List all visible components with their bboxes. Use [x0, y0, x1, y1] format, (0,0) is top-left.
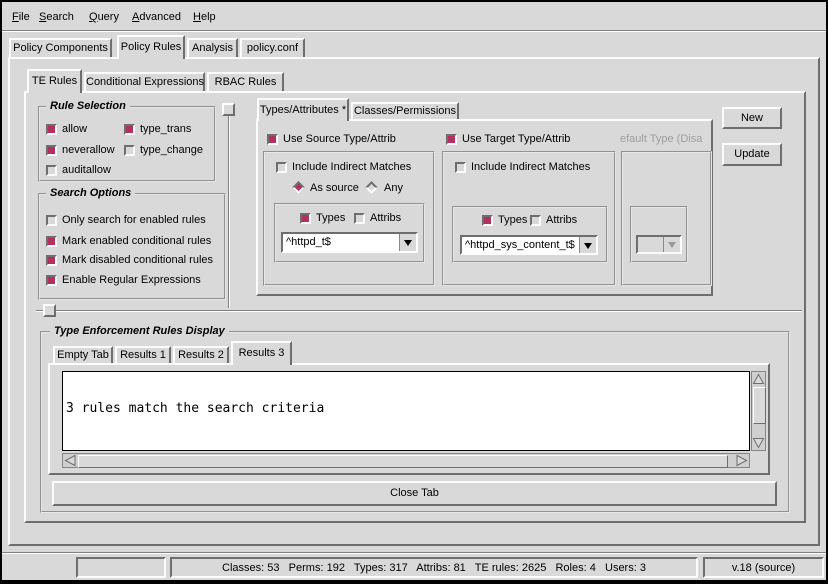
search-options-title: Search Options: [46, 187, 135, 199]
radio-as-source[interactable]: [292, 181, 305, 194]
horizontal-sash[interactable]: [36, 310, 802, 312]
chevron-down-icon: [668, 242, 676, 252]
checkbox-neverallow[interactable]: [46, 145, 57, 156]
menu-help[interactable]: Help: [193, 11, 216, 24]
menu-file[interactable]: File: [12, 11, 30, 24]
checkbox-auditallow-label[interactable]: auditallow: [62, 164, 111, 177]
results-summary: 3 rules match the search criteria: [66, 402, 749, 416]
tab-rbac-rules[interactable]: RBAC Rules: [207, 72, 284, 91]
statusbar-separator: [2, 552, 826, 554]
scroll-down-icon[interactable]: [752, 436, 765, 449]
checkbox-mark-disabled[interactable]: [46, 255, 57, 266]
statusbar-left-segment: [76, 557, 166, 578]
rule-selection-title: Rule Selection: [46, 100, 130, 112]
scroll-left-icon[interactable]: [64, 454, 77, 467]
checkbox-use-source-label[interactable]: Use Source Type/Attrib: [283, 133, 396, 146]
checkbox-target-attribs-label[interactable]: Attribs: [546, 214, 577, 227]
target-type-dropdown-button[interactable]: [579, 237, 596, 253]
checkbox-source-indirect-label[interactable]: Include Indirect Matches: [292, 161, 411, 174]
menu-advanced[interactable]: Advanced: [132, 11, 181, 24]
horizontal-scroll-thumb[interactable]: [78, 455, 728, 468]
checkbox-mark-enabled-label[interactable]: Mark enabled conditional rules: [62, 235, 211, 248]
tab-empty-tab[interactable]: Empty Tab: [53, 346, 113, 363]
checkbox-type-trans[interactable]: [124, 124, 135, 135]
update-button[interactable]: Update: [722, 143, 782, 166]
checkbox-allow[interactable]: [46, 124, 57, 135]
tab-results-2[interactable]: Results 2: [173, 346, 229, 363]
checkbox-type-change-label[interactable]: type_change: [140, 144, 203, 157]
radio-as-source-label[interactable]: As source: [310, 182, 359, 195]
results-vertical-scrollbar[interactable]: [751, 371, 766, 451]
blank-line: [66, 444, 749, 451]
checkbox-source-attribs[interactable]: [354, 213, 365, 224]
default-type-dropdown-button: [663, 237, 680, 252]
apol-window: File Search Query Advanced Help Policy C…: [0, 0, 828, 584]
checkbox-mark-enabled[interactable]: [46, 236, 57, 247]
radio-any-label[interactable]: Any: [384, 182, 403, 195]
tab-classes-permissions[interactable]: Classes/Permissions: [351, 102, 459, 119]
scroll-right-icon[interactable]: [735, 454, 748, 467]
checkbox-allow-label[interactable]: allow: [62, 123, 87, 136]
checkbox-regex-label[interactable]: Enable Regular Expressions: [62, 274, 201, 287]
tab-analysis[interactable]: Analysis: [187, 38, 238, 57]
tab-te-rules[interactable]: TE Rules: [27, 69, 82, 93]
checkbox-target-types-label[interactable]: Types: [498, 214, 527, 227]
menubar-separator: [2, 30, 826, 32]
checkbox-use-target[interactable]: [446, 134, 457, 145]
source-type-combobox[interactable]: ^httpd_t$: [281, 232, 418, 253]
chevron-down-icon: [584, 243, 592, 253]
default-type-label: efault Type (Disa: [620, 133, 713, 146]
vertical-sash[interactable]: [228, 103, 230, 308]
checkbox-only-enabled[interactable]: [46, 215, 57, 226]
tab-policy-components[interactable]: Policy Components: [9, 38, 112, 57]
target-type-value[interactable]: ^httpd_sys_content_t$: [462, 237, 579, 253]
checkbox-source-types-label[interactable]: Types: [316, 212, 345, 225]
close-tab-button[interactable]: Close Tab: [52, 481, 777, 506]
tab-results-1[interactable]: Results 1: [115, 346, 171, 363]
checkbox-auditallow[interactable]: [46, 165, 57, 176]
default-type-value: [638, 237, 663, 252]
tab-conditional-expressions[interactable]: Conditional Expressions: [84, 72, 205, 91]
tab-policy-rules[interactable]: Policy Rules: [117, 35, 185, 59]
radio-any[interactable]: [365, 181, 378, 194]
checkbox-only-enabled-label[interactable]: Only search for enabled rules: [62, 214, 206, 227]
checkbox-type-trans-label[interactable]: type_trans: [140, 123, 191, 136]
vertical-sash-handle[interactable]: [222, 103, 235, 116]
tab-types-attributes[interactable]: Types/Attributes *: [257, 98, 349, 121]
checkbox-regex[interactable]: [46, 275, 57, 286]
checkbox-use-target-label[interactable]: Use Target Type/Attrib: [462, 133, 570, 146]
tab-results-3[interactable]: Results 3: [231, 341, 292, 365]
statusbar-stats: Classes: 53 Perms: 192 Types: 317 Attrib…: [170, 557, 698, 578]
checkbox-source-attribs-label[interactable]: Attribs: [370, 212, 401, 225]
vertical-scroll-thumb[interactable]: [753, 387, 766, 424]
checkbox-use-source[interactable]: [267, 134, 278, 145]
checkbox-mark-disabled-label[interactable]: Mark disabled conditional rules: [62, 254, 213, 267]
checkbox-neverallow-label[interactable]: neverallow: [62, 144, 115, 157]
chevron-down-icon: [404, 240, 412, 250]
statusbar-version: v.18 (source): [703, 557, 824, 578]
checkbox-target-types[interactable]: [482, 215, 493, 226]
source-type-value[interactable]: ^httpd_t$: [283, 234, 399, 251]
new-button[interactable]: New: [722, 107, 782, 129]
checkbox-source-indirect[interactable]: [276, 162, 287, 173]
checkbox-target-indirect-label[interactable]: Include Indirect Matches: [471, 161, 590, 174]
menu-query[interactable]: Query: [89, 11, 119, 24]
menu-search[interactable]: Search: [39, 11, 74, 24]
checkbox-target-attribs[interactable]: [530, 215, 541, 226]
checkbox-source-types[interactable]: [300, 213, 311, 224]
scroll-up-icon[interactable]: [752, 373, 765, 386]
checkbox-type-change[interactable]: [124, 145, 135, 156]
results-horizontal-scrollbar[interactable]: [62, 453, 750, 468]
source-type-dropdown-button[interactable]: [399, 234, 416, 251]
horizontal-sash-handle[interactable]: [43, 304, 56, 317]
default-type-combobox: [636, 235, 682, 254]
tab-policy-conf[interactable]: policy.conf: [240, 38, 305, 57]
results-display-title: Type Enforcement Rules Display: [50, 325, 229, 337]
target-type-combobox[interactable]: ^httpd_sys_content_t$: [460, 235, 598, 255]
checkbox-target-indirect[interactable]: [455, 162, 466, 173]
results-text-area[interactable]: 3 rules match the search criteria (5822)…: [62, 371, 750, 451]
